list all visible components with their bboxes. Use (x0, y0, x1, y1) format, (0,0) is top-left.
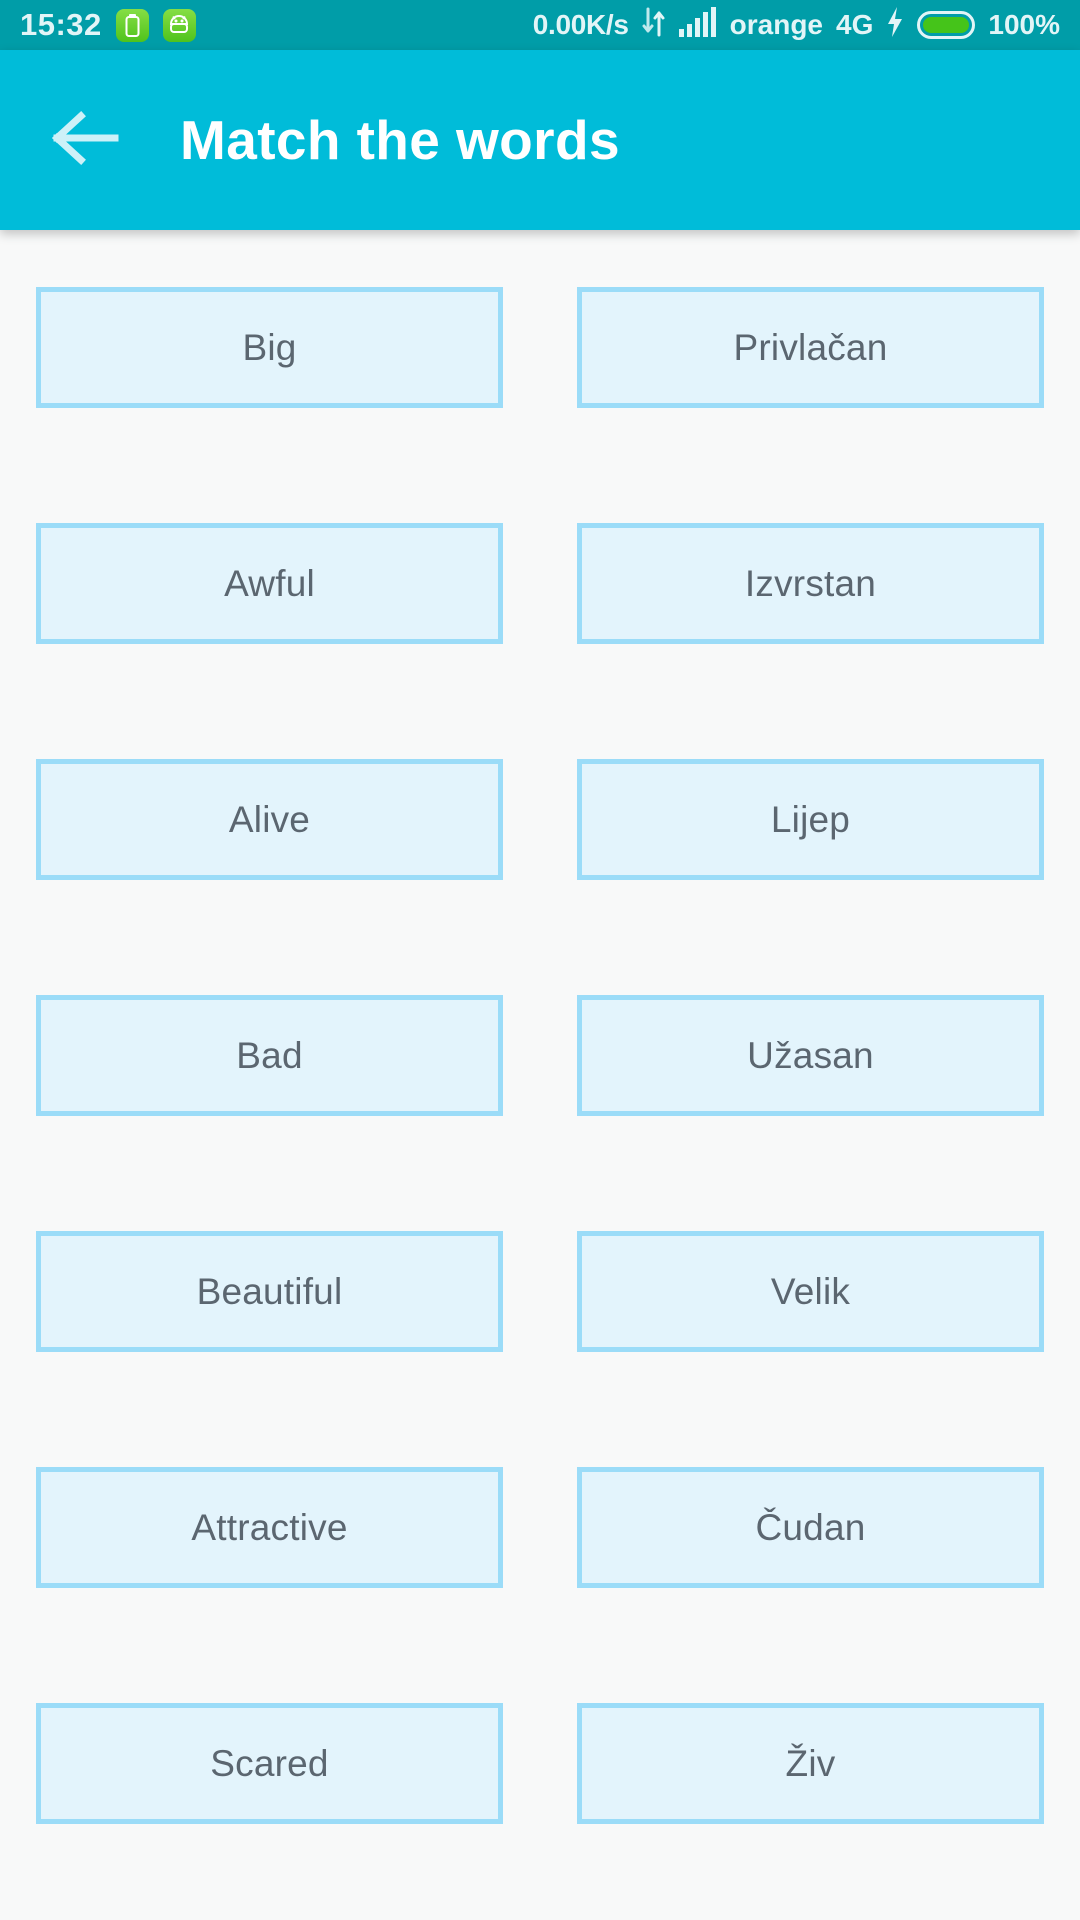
word-card-label: Užasan (747, 1034, 874, 1076)
word-card-right[interactable]: Čudan (577, 1467, 1044, 1588)
word-match-grid: Big Privlačan Awful Izvrstan Alive Lijep… (0, 230, 1080, 1920)
word-card-label: Izvrstan (744, 562, 877, 604)
word-card-left[interactable]: Big (36, 287, 503, 408)
word-card-label: Velik (770, 1270, 851, 1312)
signal-bars-icon (678, 6, 717, 44)
back-arrow-icon (49, 110, 121, 171)
word-card-label: Alive (228, 798, 311, 840)
word-pair-row: Big Privlačan (0, 287, 1080, 408)
word-card-label: Awful (224, 562, 315, 604)
data-transfer-arrows-icon (642, 7, 666, 44)
word-card-label: Živ (785, 1742, 836, 1784)
network-speed-label: 0.00K/s (532, 9, 629, 40)
word-card-right[interactable]: Užasan (577, 995, 1044, 1116)
word-card-left[interactable]: Beautiful (36, 1231, 503, 1352)
lightning-bolt-icon (886, 6, 904, 44)
word-pair-row: Bad Užasan (0, 995, 1080, 1116)
battery-icon (115, 8, 149, 42)
word-card-label: Beautiful (196, 1270, 343, 1312)
word-pair-row: Alive Lijep (0, 759, 1080, 880)
status-bar-right: 0.00K/s orange 4G 100% (532, 6, 1060, 44)
android-robot-icon (162, 8, 196, 42)
word-pair-row: Attractive Čudan (0, 1467, 1080, 1588)
word-card-label: Čudan (755, 1506, 866, 1548)
status-bar: 15:32 0.00K/s orange 4G 100% (0, 0, 1080, 50)
app-bar: Match the words (0, 50, 1080, 230)
word-card-right[interactable]: Velik (577, 1231, 1044, 1352)
word-card-left[interactable]: Bad (36, 995, 503, 1116)
word-card-right[interactable]: Privlačan (577, 287, 1044, 408)
word-card-right[interactable]: Lijep (577, 759, 1044, 880)
word-card-left[interactable]: Alive (36, 759, 503, 880)
back-button[interactable] (30, 85, 140, 195)
word-card-right[interactable]: Živ (577, 1703, 1044, 1824)
battery-percent-label: 100% (988, 9, 1060, 40)
word-card-left[interactable]: Scared (36, 1703, 503, 1824)
word-card-left[interactable]: Attractive (36, 1467, 503, 1588)
word-pair-row: Awful Izvrstan (0, 523, 1080, 644)
network-type-label: 4G (836, 9, 874, 40)
word-card-left[interactable]: Awful (36, 523, 503, 644)
word-card-label: Attractive (191, 1506, 348, 1548)
word-card-right[interactable]: Izvrstan (577, 523, 1044, 644)
status-bar-clock: 15:32 (20, 7, 102, 42)
word-pair-row: Scared Živ (0, 1703, 1080, 1824)
word-card-label: Scared (210, 1742, 329, 1784)
word-card-label: Privlačan (733, 326, 888, 368)
word-card-label: Big (242, 326, 297, 368)
battery-full-icon (917, 11, 976, 39)
carrier-name-label: orange (729, 9, 824, 40)
page-title: Match the words (180, 109, 620, 171)
word-card-label: Lijep (770, 798, 851, 840)
status-bar-left: 15:32 (20, 7, 196, 43)
word-pair-row: Beautiful Velik (0, 1231, 1080, 1352)
word-card-label: Bad (236, 1034, 303, 1076)
